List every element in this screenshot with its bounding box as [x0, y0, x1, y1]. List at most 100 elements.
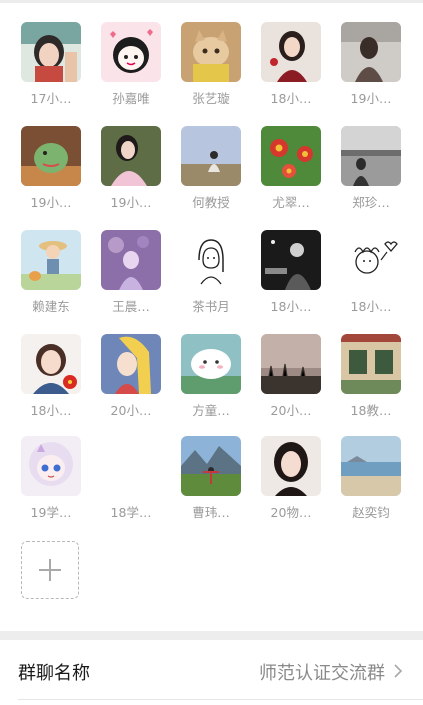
avatar[interactable] [261, 230, 321, 290]
avatar[interactable] [261, 436, 321, 496]
member-name: 赵奕钧 [352, 505, 390, 520]
member-name: 孙嘉唯 [112, 91, 150, 106]
member-item[interactable]: 17小… [21, 22, 101, 122]
member-name: 张艺璇 [192, 91, 230, 106]
avatar-image [341, 22, 401, 82]
member-name: 18学… [110, 505, 152, 520]
avatar-image [341, 436, 401, 496]
avatar[interactable] [21, 436, 81, 496]
member-name: 20小… [270, 403, 312, 418]
avatar-image [181, 436, 241, 496]
add-member-button[interactable] [21, 541, 79, 599]
member-item[interactable]: 赖建东 [21, 230, 101, 330]
avatar-image [261, 230, 321, 290]
member-name: 19小… [30, 195, 72, 210]
member-item[interactable]: 18小… [341, 230, 421, 330]
avatar[interactable] [341, 436, 401, 496]
avatar[interactable] [21, 230, 81, 290]
member-item[interactable]: 18小… [261, 230, 341, 330]
member-item[interactable]: 王晨… [101, 230, 181, 330]
member-item[interactable]: 张艺璇 [181, 22, 261, 122]
avatar[interactable] [341, 334, 401, 394]
avatar-image [181, 230, 241, 290]
member-name: 郑珍… [352, 195, 390, 210]
member-item[interactable]: 郑珍… [341, 126, 421, 226]
avatar-image [21, 126, 81, 186]
group-name-value: 师范认证交流群 [259, 663, 385, 684]
member-name: 曹玮… [192, 505, 230, 520]
member-name: 20小… [110, 403, 152, 418]
member-name: 19小… [350, 91, 392, 106]
avatar[interactable] [21, 126, 81, 186]
avatar[interactable] [101, 334, 161, 394]
section-separator [0, 631, 423, 640]
member-name: 王晨… [112, 299, 150, 314]
avatar[interactable] [21, 334, 81, 394]
member-name: 19学… [30, 505, 72, 520]
member-item[interactable]: 孙嘉唯 [101, 22, 181, 122]
avatar-image [181, 126, 241, 186]
member-item[interactable]: 20小… [101, 334, 181, 434]
avatar[interactable] [21, 22, 81, 82]
avatar-image [21, 436, 81, 496]
avatar[interactable] [101, 230, 161, 290]
avatar[interactable] [181, 334, 241, 394]
avatar[interactable] [341, 126, 401, 186]
member-name: 18小… [270, 91, 312, 106]
member-name: 18小… [350, 299, 392, 314]
member-item[interactable]: 20小… [261, 334, 341, 434]
avatar[interactable] [181, 230, 241, 290]
member-item[interactable]: 20物… [261, 436, 341, 536]
chevron-right-icon [394, 664, 403, 678]
member-name: 18小… [270, 299, 312, 314]
member-item[interactable]: 赵奕钧 [341, 436, 421, 536]
avatar[interactable] [341, 230, 401, 290]
avatar-image [181, 22, 241, 82]
avatar-image [101, 22, 161, 82]
member-item[interactable]: 茶书月 [181, 230, 261, 330]
avatar-image [21, 22, 81, 82]
avatar-image [21, 230, 81, 290]
member-item[interactable]: 方童… [181, 334, 261, 434]
avatar-image [261, 334, 321, 394]
member-item[interactable]: 曹玮… [181, 436, 261, 536]
group-name-label: 群聊名称 [18, 663, 90, 684]
member-item[interactable]: 19学… [21, 436, 101, 536]
member-name: 20物… [270, 505, 312, 520]
avatar[interactable] [261, 334, 321, 394]
avatar-image [341, 334, 401, 394]
avatar[interactable] [181, 22, 241, 82]
avatar[interactable] [341, 22, 401, 82]
avatar-image [101, 126, 161, 186]
group-name-row[interactable]: 群聊名称 师范认证交流群 [0, 640, 423, 700]
avatar[interactable] [261, 126, 321, 186]
avatar-image [341, 230, 401, 290]
member-name: 17小… [30, 91, 72, 106]
member-item[interactable]: 18学… [101, 436, 181, 536]
member-name: 18教… [350, 403, 392, 418]
avatar-image [341, 126, 401, 186]
avatar-image [21, 334, 81, 394]
avatar[interactable] [181, 126, 241, 186]
member-item[interactable]: 19小… [101, 126, 181, 226]
member-item[interactable]: 19小… [341, 22, 421, 122]
member-name: 茶书月 [192, 299, 230, 314]
member-item[interactable]: 18小… [21, 334, 101, 434]
avatar-image [261, 436, 321, 496]
member-name: 方童… [192, 403, 230, 418]
member-item[interactable]: 何教授 [181, 126, 261, 226]
avatar[interactable] [101, 436, 161, 496]
row-divider [18, 699, 423, 700]
member-item[interactable]: 18教… [341, 334, 421, 434]
member-item[interactable]: 19小… [21, 126, 101, 226]
member-grid: 17小… 孙嘉唯 张艺璇 18小… 19小… 19小… 19小… 何教授 尤翠…… [0, 0, 423, 620]
member-item[interactable]: 尤翠… [261, 126, 341, 226]
avatar[interactable] [101, 22, 161, 82]
avatar-image [261, 126, 321, 186]
avatar[interactable] [101, 126, 161, 186]
avatar-image [261, 22, 321, 82]
avatar[interactable] [181, 436, 241, 496]
member-item[interactable]: 18小… [261, 22, 341, 122]
avatar[interactable] [261, 22, 321, 82]
member-name: 19小… [110, 195, 152, 210]
